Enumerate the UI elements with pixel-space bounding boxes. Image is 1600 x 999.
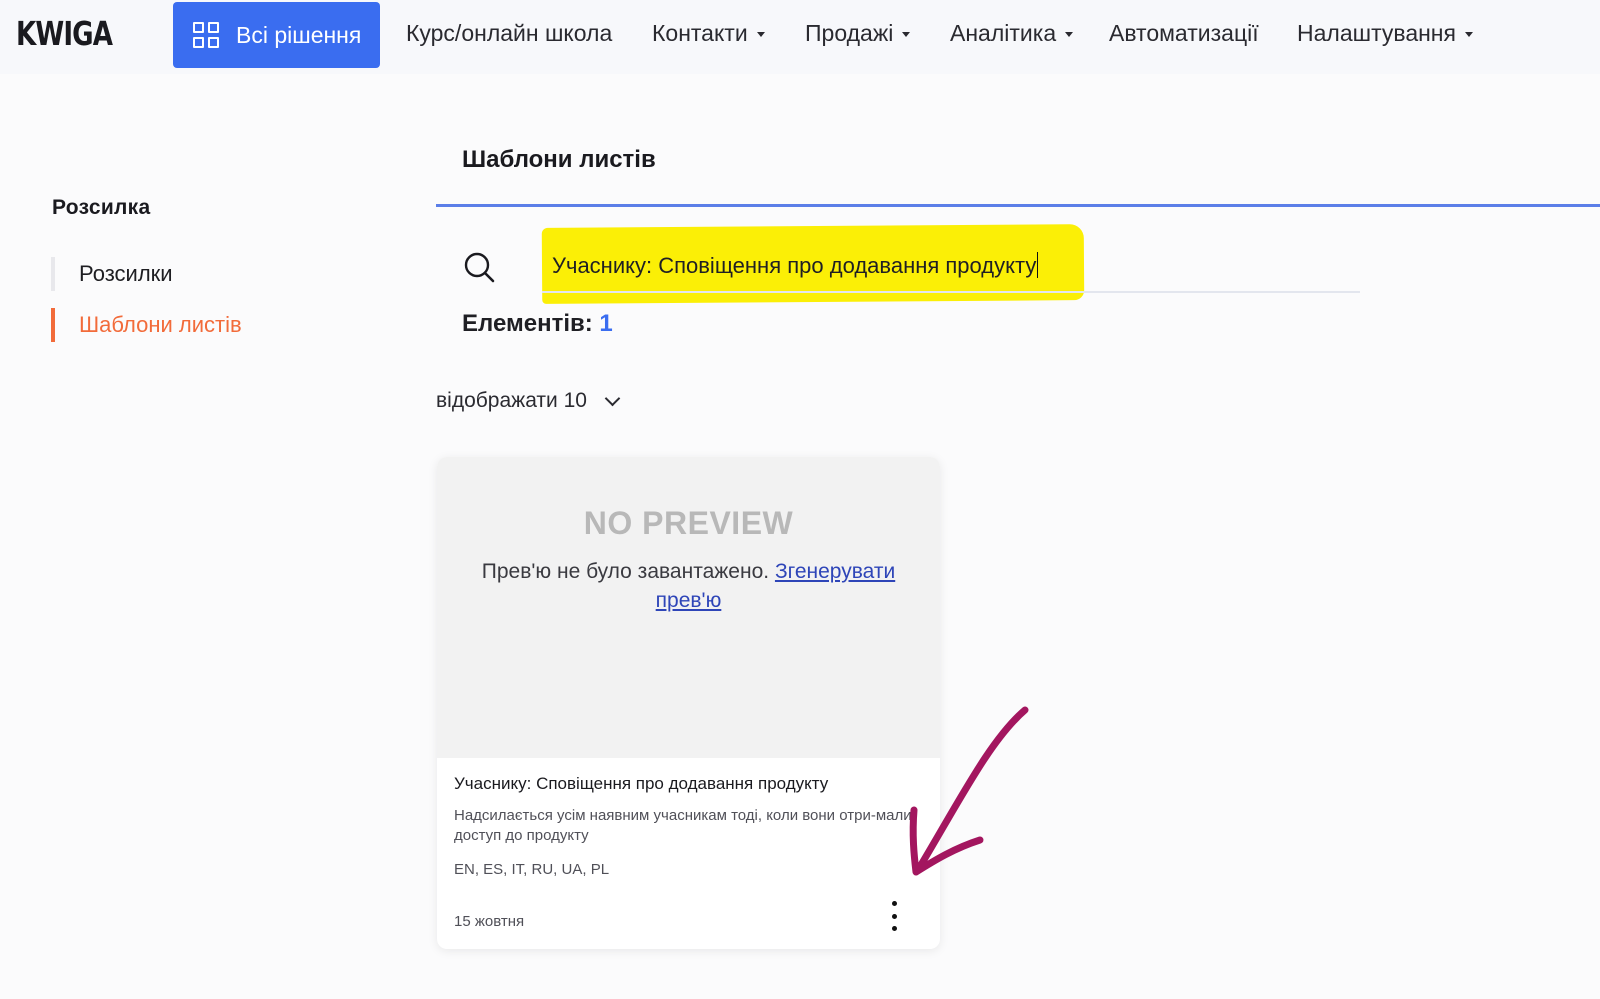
caret-down-icon [902,32,911,37]
sidebar-item-email-templates[interactable]: Шаблони листів [51,308,351,342]
template-title: Учаснику: Сповіщення про додавання проду… [454,774,829,793]
preview-message: Прев'ю не було завантажено. Згенерувати … [467,557,910,615]
sidebar-item-label: Шаблони листів [79,312,242,337]
nav-item-label: Курс/онлайн школа [406,20,613,46]
nav-contacts[interactable]: Контакти [652,20,765,47]
search-icon[interactable] [462,250,496,284]
template-card[interactable]: NO PREVIEW Прев'ю не було завантажено. З… [437,457,940,949]
caret-down-icon [756,32,765,37]
nav-item-label: Аналітика [950,20,1057,46]
nav-item-label: Продажі [805,20,894,46]
template-languages: EN, ES, IT, RU, UA, PL [454,861,610,878]
caret-down-icon [1464,32,1473,37]
nav-settings[interactable]: Налаштування [1297,20,1473,47]
preview-message-text: Прев'ю не було завантажено. [481,560,770,583]
search-input-value: Учаснику: Сповіщення про додавання проду… [552,253,1037,278]
nav-automations[interactable]: Автоматизації [1109,20,1259,47]
grid-icon [193,21,220,49]
page-size-select[interactable]: відображати 10 [436,389,621,413]
nav-item-label: Автоматизації [1109,20,1259,46]
sidebar-title: Розсилка [52,196,151,219]
more-options-icon[interactable] [884,898,904,934]
title-underline [436,204,1600,207]
sidebar-item-label: Розсилки [79,261,173,286]
all-solutions-label: Всі рішення [236,21,362,48]
chevron-down-icon [604,390,621,406]
search-underline [542,291,1360,293]
elements-count-value: 1 [599,310,613,337]
elements-count: Елементів: 1 [462,310,613,338]
page-size-label: відображати 10 [436,389,587,412]
sidebar-item-mailings[interactable]: Розсилки [51,257,351,291]
nav-analytics[interactable]: Аналітика [950,20,1074,47]
top-navbar: KWIGA Всі рішення Курс/онлайн школа Конт… [0,0,1600,74]
text-cursor [1037,252,1039,278]
elements-count-label: Елементів: [462,310,593,337]
search-input[interactable]: Учаснику: Сповіщення про додавання проду… [552,252,1072,284]
annotation-arrow-icon [909,706,1029,876]
all-solutions-button[interactable]: Всі рішення [173,2,380,68]
template-description: Надсилається усім наявним учасникам тоді… [454,807,912,844]
nav-item-label: Налаштування [1297,20,1456,46]
nav-item-label: Контакти [652,20,748,46]
template-date: 15 жовтня [454,913,525,930]
no-preview-label: NO PREVIEW [583,505,794,541]
template-preview: NO PREVIEW Прев'ю не було завантажено. З… [437,457,940,758]
page-title: Шаблони листів [462,146,656,173]
nav-course-school[interactable]: Курс/онлайн школа [406,20,612,47]
kwiga-logo[interactable]: KWIGA [16,14,113,53]
nav-sales[interactable]: Продажі [805,20,911,47]
caret-down-icon [1065,32,1074,37]
